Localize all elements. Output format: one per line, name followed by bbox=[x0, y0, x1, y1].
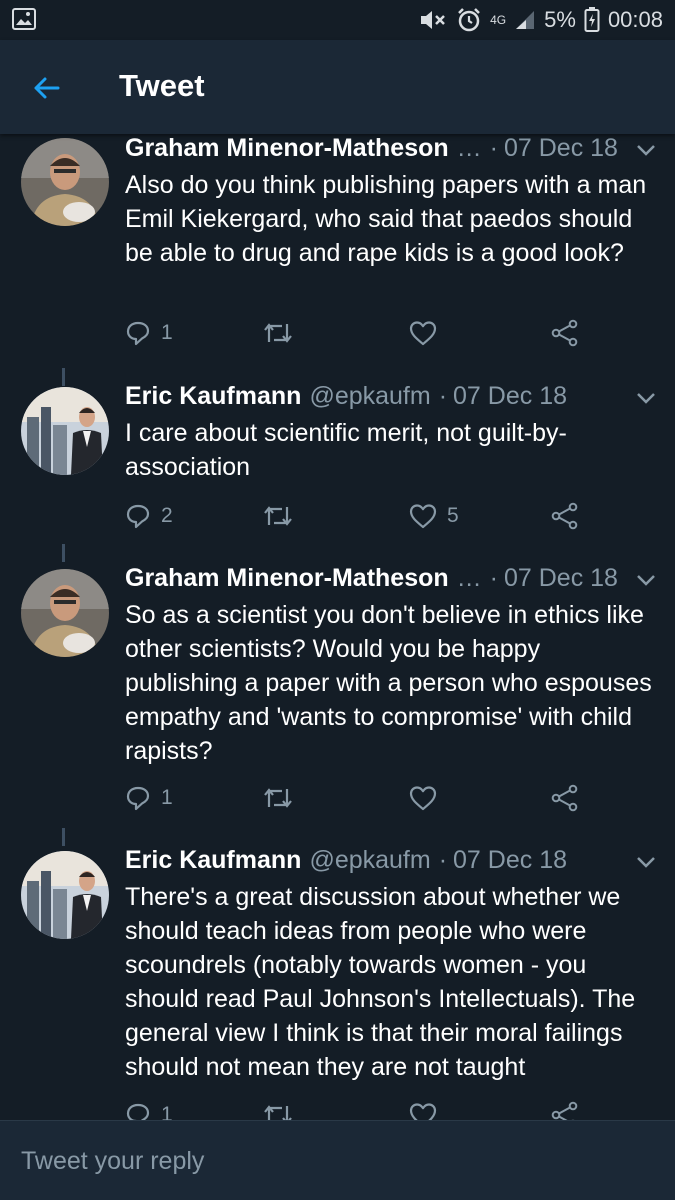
mute-icon bbox=[418, 8, 448, 32]
user-handle[interactable]: @epkaufm bbox=[309, 846, 430, 875]
like-button[interactable] bbox=[409, 781, 447, 815]
truncation: … bbox=[456, 134, 482, 162]
alarm-icon bbox=[456, 7, 482, 33]
reply-input[interactable] bbox=[0, 1121, 675, 1200]
tweet-text: There's a great discussion about whether… bbox=[125, 883, 636, 1081]
retweet-icon bbox=[264, 323, 292, 343]
tweet-actions: 1 bbox=[125, 316, 585, 350]
tweet-item[interactable]: Eric Kaufmann @epkaufm · 07 Dec 18 There… bbox=[0, 828, 675, 1120]
tweet-date[interactable]: 07 Dec 18 bbox=[504, 134, 618, 163]
heart-icon bbox=[409, 321, 437, 346]
retweet-icon bbox=[264, 506, 292, 526]
chevron-down-icon[interactable] bbox=[635, 572, 657, 588]
reply-count: 1 bbox=[161, 321, 173, 344]
tweet-header: Graham Minenor-Matheson … · 07 Dec 18 bbox=[125, 564, 618, 598]
thread-line bbox=[62, 544, 65, 562]
reply-button[interactable]: 1 bbox=[125, 781, 173, 815]
like-count: 5 bbox=[447, 504, 459, 527]
separator-dot: · bbox=[489, 564, 498, 592]
tweet-actions: 2 5 bbox=[125, 499, 585, 533]
reply-button[interactable]: 1 bbox=[125, 316, 173, 350]
share-icon bbox=[551, 502, 578, 530]
share-button[interactable] bbox=[551, 1098, 579, 1120]
reply-button[interactable]: 1 bbox=[125, 1098, 173, 1120]
tweet-actions: 1 bbox=[125, 1098, 585, 1120]
tweet-header: Graham Minenor-Matheson … · 07 Dec 18 bbox=[125, 134, 618, 168]
tweet-actions: 1 bbox=[125, 781, 585, 815]
reply-icon bbox=[126, 321, 150, 346]
chevron-down-icon[interactable] bbox=[635, 390, 657, 406]
retweet-button[interactable] bbox=[262, 316, 304, 350]
tweet-text: So as a scientist you don't believe in e… bbox=[125, 601, 652, 765]
retweet-button[interactable] bbox=[262, 781, 304, 815]
like-button[interactable] bbox=[409, 1098, 447, 1120]
avatar[interactable] bbox=[21, 569, 109, 657]
share-button[interactable] bbox=[551, 499, 579, 533]
user-handle[interactable]: @epkaufm bbox=[309, 382, 430, 411]
separator-dot: · bbox=[438, 382, 448, 410]
reply-icon bbox=[126, 786, 150, 811]
retweet-icon bbox=[264, 788, 292, 808]
gallery-icon bbox=[12, 8, 36, 30]
display-name[interactable]: Graham Minenor-Matheson bbox=[125, 564, 449, 593]
tweet-date[interactable]: 07 Dec 18 bbox=[504, 564, 618, 593]
battery-percent: 5% bbox=[544, 7, 576, 32]
reply-bar bbox=[0, 1120, 675, 1200]
retweet-button[interactable] bbox=[262, 1098, 304, 1120]
share-icon bbox=[551, 784, 578, 812]
signal-icon bbox=[514, 9, 536, 31]
arrow-left-icon bbox=[34, 77, 60, 99]
reply-icon bbox=[126, 1103, 150, 1120]
share-icon bbox=[551, 319, 578, 347]
reply-count: 2 bbox=[161, 504, 173, 527]
retweet-button[interactable] bbox=[262, 499, 304, 533]
like-button[interactable]: 5 bbox=[409, 499, 459, 533]
tweet-item[interactable]: Graham Minenor-Matheson … · 07 Dec 18 Al… bbox=[0, 134, 675, 382]
separator-dot: · bbox=[489, 134, 498, 162]
avatar[interactable] bbox=[21, 851, 109, 939]
avatar[interactable] bbox=[21, 387, 109, 475]
chevron-down-icon[interactable] bbox=[635, 854, 657, 870]
heart-icon bbox=[409, 1103, 437, 1120]
back-button[interactable] bbox=[30, 72, 62, 104]
share-button[interactable] bbox=[551, 316, 579, 350]
display-name[interactable]: Eric Kaufmann bbox=[125, 846, 301, 875]
separator-dot: · bbox=[438, 846, 448, 874]
reply-icon bbox=[126, 504, 150, 529]
reply-count: 1 bbox=[161, 786, 173, 809]
heart-icon bbox=[409, 786, 437, 811]
display-name[interactable]: Graham Minenor-Matheson bbox=[125, 134, 449, 163]
reply-button[interactable]: 2 bbox=[125, 499, 173, 533]
display-name[interactable]: Eric Kaufmann bbox=[125, 382, 301, 411]
tweet-header: Eric Kaufmann @epkaufm · 07 Dec 18 bbox=[125, 846, 567, 880]
share-icon bbox=[551, 1101, 578, 1120]
like-button[interactable] bbox=[409, 316, 447, 350]
tweet-header: Eric Kaufmann @epkaufm · 07 Dec 18 bbox=[125, 382, 567, 416]
tweet-text: Also do you think publishing papers with… bbox=[125, 171, 647, 267]
tweet-item[interactable]: Eric Kaufmann @epkaufm · 07 Dec 18 I car… bbox=[0, 368, 675, 564]
share-button[interactable] bbox=[551, 781, 579, 815]
status-bar: 4G 5% 00:08 bbox=[0, 0, 675, 40]
tweet-item[interactable]: Graham Minenor-Matheson … · 07 Dec 18 So… bbox=[0, 544, 675, 846]
tweet-text: I care about scientific merit, not guilt… bbox=[125, 419, 567, 481]
app-header: Tweet bbox=[0, 40, 675, 134]
clock: 00:08 bbox=[607, 7, 663, 32]
heart-icon bbox=[409, 504, 437, 529]
thread-line bbox=[62, 828, 65, 846]
thread-line bbox=[62, 368, 65, 386]
network-type: 4G bbox=[490, 13, 507, 27]
page-title: Tweet bbox=[119, 68, 205, 103]
truncation: … bbox=[456, 564, 482, 592]
battery-icon bbox=[584, 7, 600, 33]
chevron-down-icon[interactable] bbox=[635, 142, 657, 158]
retweet-icon bbox=[264, 1105, 292, 1120]
reply-count: 1 bbox=[161, 1103, 173, 1120]
tweet-date[interactable]: 07 Dec 18 bbox=[453, 382, 567, 411]
avatar[interactable] bbox=[21, 138, 109, 226]
tweet-feed[interactable]: Graham Minenor-Matheson … · 07 Dec 18 Al… bbox=[0, 134, 675, 1120]
tweet-date[interactable]: 07 Dec 18 bbox=[453, 846, 567, 875]
